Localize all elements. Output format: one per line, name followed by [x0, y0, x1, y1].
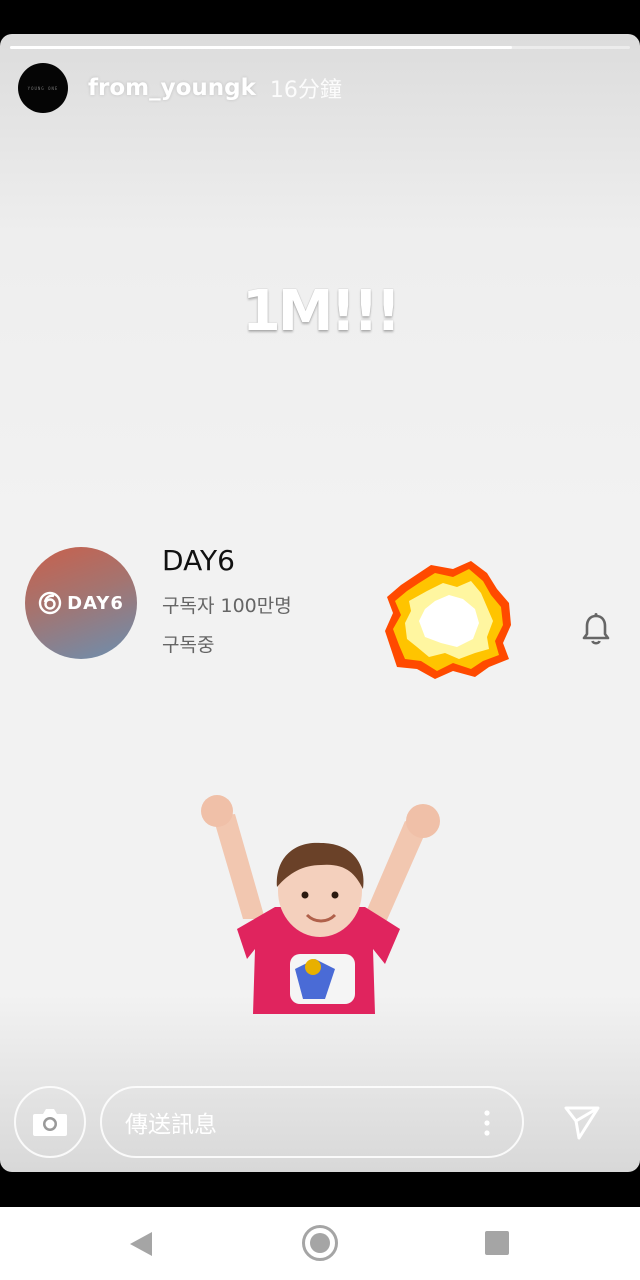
story-headline: 1M!!!: [241, 279, 401, 344]
bell-icon[interactable]: [580, 612, 612, 648]
message-input[interactable]: 傳送訊息: [100, 1086, 524, 1158]
story-viewer[interactable]: YOUNG ONE from_youngk 16分鐘 1M!!! DAY6 DA…: [0, 34, 640, 1172]
timestamp: 16分鐘: [269, 78, 342, 103]
story-progress-bar: [10, 46, 630, 49]
subscriber-count: 구독자 100만명: [162, 595, 292, 617]
home-circle-icon[interactable]: [302, 1225, 338, 1261]
back-triangle-icon[interactable]: [128, 1231, 154, 1257]
channel-name: DAY6: [162, 544, 235, 577]
story-header: YOUNG ONE from_youngk 16分鐘: [18, 62, 342, 114]
camera-icon: [33, 1109, 67, 1136]
avatar[interactable]: YOUNG ONE: [18, 63, 68, 113]
username[interactable]: from_youngk: [88, 75, 256, 101]
day6-logo-icon: [38, 591, 62, 615]
recents-square-icon[interactable]: [485, 1231, 509, 1255]
channel-logo-text: DAY6: [67, 592, 124, 614]
channel-logo: DAY6: [25, 547, 137, 659]
camera-button[interactable]: [14, 1086, 86, 1158]
more-vertical-icon[interactable]: [484, 1110, 490, 1136]
avatar-text: YOUNG ONE: [27, 85, 59, 91]
cheering-kid-sticker: [201, 795, 440, 1014]
story-progress-fill: [10, 46, 513, 49]
subscription-status: 구독중: [162, 634, 215, 656]
explosion-sticker: [385, 561, 511, 679]
system-navigation-bar: [0, 1207, 640, 1280]
message-placeholder: 傳送訊息: [125, 1112, 217, 1138]
send-icon[interactable]: [563, 1104, 601, 1140]
